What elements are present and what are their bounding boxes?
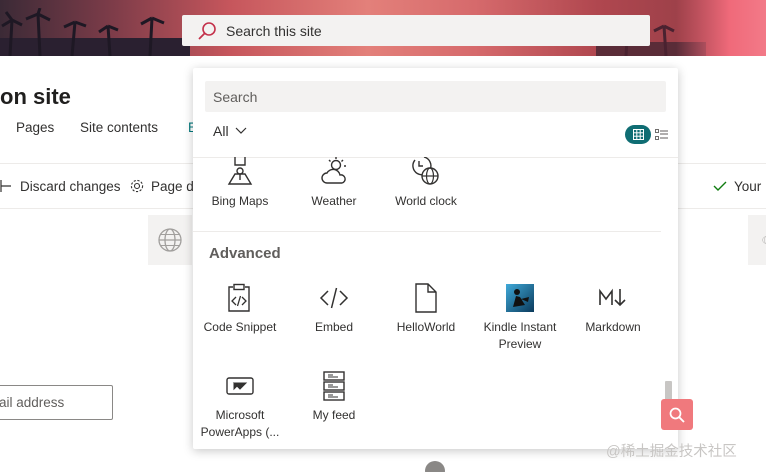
webpart-tile-label: Weather bbox=[311, 194, 357, 208]
discard-icon bbox=[0, 180, 11, 192]
watermark-text: @稀土掘金技术社区 bbox=[606, 444, 737, 460]
chevron-down-icon bbox=[235, 127, 246, 134]
webpart-tile-my-feed[interactable]: My feed bbox=[287, 371, 381, 424]
category-filter-dropdown[interactable]: All bbox=[213, 123, 247, 139]
grid-icon bbox=[632, 129, 644, 140]
nav-link-site-contents[interactable]: Site contents bbox=[80, 120, 158, 135]
webpart-tile-label: Kindle Instant Preview bbox=[483, 320, 557, 351]
toolbox-search-placeholder: Search bbox=[213, 88, 258, 105]
search-icon bbox=[669, 407, 685, 423]
webpart-toolbox-panel: Search All Bing Maps Weather World clock… bbox=[193, 68, 678, 449]
webpart-tile-code-snippet[interactable]: Code Snippet bbox=[193, 283, 287, 336]
world-clock-icon bbox=[412, 157, 439, 185]
checkmark-icon bbox=[713, 181, 727, 191]
powerapps-icon bbox=[226, 377, 254, 395]
page-details-label: Page d bbox=[151, 178, 194, 194]
section-divider bbox=[193, 231, 661, 232]
webpart-tile-label: HelloWorld bbox=[396, 320, 456, 334]
search-icon bbox=[198, 21, 216, 40]
site-search-box[interactable]: Search this site bbox=[182, 15, 650, 46]
webpart-tile-label: Markdown bbox=[585, 320, 641, 334]
webpart-tile-label: World clock bbox=[395, 194, 457, 208]
webpart-tile-label: Microsoft PowerApps (... bbox=[200, 408, 280, 439]
webpart-tile-helloworld[interactable]: HelloWorld bbox=[379, 283, 473, 336]
my-feed-icon bbox=[323, 371, 345, 401]
webpart-tile-markdown[interactable]: Markdown bbox=[566, 283, 660, 336]
weather-icon bbox=[321, 157, 346, 184]
gear-icon bbox=[130, 179, 144, 193]
kindle-icon bbox=[506, 284, 534, 312]
category-filter-label: All bbox=[213, 123, 229, 139]
globe-placeholder-left bbox=[148, 215, 192, 265]
publish-status: Your bbox=[712, 178, 761, 194]
webpart-tile-label: Embed bbox=[314, 320, 354, 334]
code-snippet-icon bbox=[228, 283, 250, 312]
globe-icon bbox=[158, 228, 182, 252]
globe-placeholder-right bbox=[748, 215, 766, 265]
webpart-tile-microsoft-powerapps[interactable]: Microsoft PowerApps (... bbox=[193, 371, 287, 441]
globe-icon bbox=[762, 236, 766, 244]
discard-changes-label: Discard changes bbox=[20, 178, 121, 194]
nav-link-pages[interactable]: Pages bbox=[16, 120, 54, 135]
email-placeholder: ail address bbox=[0, 395, 65, 410]
webpart-tile-weather[interactable]: Weather bbox=[287, 157, 381, 210]
webpart-tile-world-clock[interactable]: World clock bbox=[379, 157, 473, 210]
publish-status-label: Your bbox=[734, 178, 762, 194]
markdown-icon bbox=[599, 288, 626, 307]
view-toggle bbox=[625, 125, 669, 144]
grid-view-button[interactable] bbox=[625, 125, 651, 144]
map-pin-icon bbox=[227, 157, 253, 185]
webpart-tile-label: Bing Maps bbox=[211, 194, 269, 208]
webpart-tile-label: Code Snippet bbox=[203, 320, 277, 334]
webpart-tile-bing-maps[interactable]: Bing Maps bbox=[193, 157, 287, 210]
document-icon bbox=[415, 283, 437, 313]
webpart-tile-embed[interactable]: Embed bbox=[287, 283, 381, 336]
webpart-tile-kindle-instant-preview[interactable]: Kindle Instant Preview bbox=[473, 283, 567, 353]
page-details-button[interactable]: Page d bbox=[129, 178, 194, 194]
email-field[interactable]: ail address bbox=[0, 385, 113, 420]
toolbox-search-input[interactable]: Search bbox=[205, 81, 666, 112]
palm-trees-image bbox=[0, 8, 190, 56]
list-view-icon[interactable] bbox=[655, 128, 669, 141]
embed-icon bbox=[319, 287, 349, 309]
floating-search-button[interactable] bbox=[661, 399, 693, 430]
site-title: on site bbox=[0, 84, 71, 109]
section-title-advanced: Advanced bbox=[209, 245, 281, 262]
banner-glow bbox=[676, 0, 766, 56]
webpart-tile-label: My feed bbox=[312, 408, 356, 422]
add-section-button[interactable] bbox=[425, 461, 445, 472]
discard-changes-button[interactable]: Discard changes bbox=[0, 178, 121, 194]
site-search-placeholder: Search this site bbox=[226, 22, 322, 39]
